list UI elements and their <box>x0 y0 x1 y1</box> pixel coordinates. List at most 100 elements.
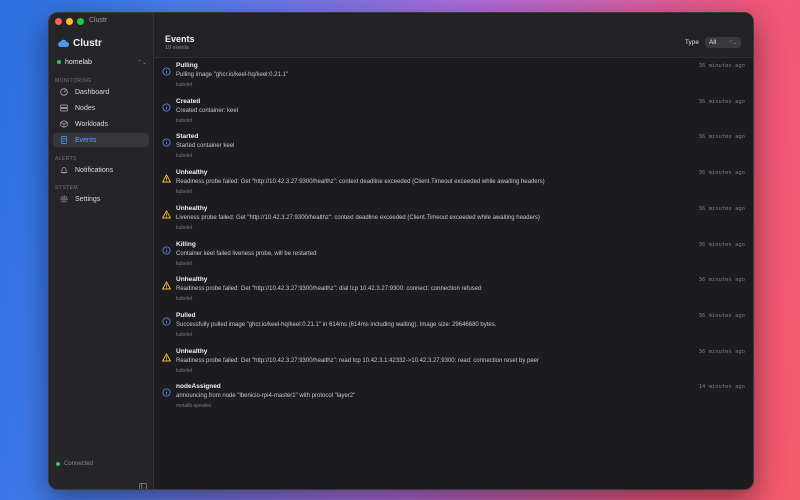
type-filter-value: All <box>709 39 717 46</box>
event-row[interactable]: Pulling Pulling image "ghcr.io/keel-hq/ke… <box>154 58 753 94</box>
connection-status: Connected <box>56 461 93 467</box>
event-reason: Pulling <box>176 62 198 69</box>
event-source: kubelet <box>176 367 193 374</box>
event-reason: Killing <box>176 240 196 248</box>
event-timestamp: 36 minutes ago <box>698 241 745 248</box>
event-message: announcing from node "lbenicio-rpi4-mast… <box>176 393 356 400</box>
sidebar-item-label: Dashboard <box>75 88 110 96</box>
app-name: Clustr <box>73 37 102 49</box>
cluster-name: homelab <box>65 58 92 66</box>
minimize-window-button[interactable] <box>66 18 73 25</box>
event-message: Readiness probe failed: Get "http://10.4… <box>176 179 545 186</box>
event-row[interactable]: Unhealthy Liveness probe failed: Get "htt… <box>154 201 753 237</box>
main-content: Events 10 events Type All ⌃⌄ Pulling Pull… <box>154 13 753 489</box>
event-count: 10 events <box>165 45 189 51</box>
event-source: metallb-speaker <box>176 403 212 410</box>
cluster-selector[interactable]: homelab ⌃⌄ <box>55 56 147 68</box>
event-timestamp: 36 minutes ago <box>698 134 745 141</box>
app-brand: Clustr <box>58 34 102 52</box>
sidebar-item-label: Events <box>75 136 97 144</box>
page-title: Events <box>165 34 195 44</box>
warning-icon <box>162 349 171 362</box>
event-row[interactable]: nodeAssigned announcing from node "lbenic… <box>154 379 753 415</box>
chevron-updown-icon: ⌃⌄ <box>728 39 737 46</box>
chevron-updown-icon: ⌃⌄ <box>136 59 147 66</box>
event-reason: Unhealthy <box>176 347 208 355</box>
app-window: Clustr Clustr homelab ⌃⌄ MONITORING Dash… <box>48 12 754 490</box>
event-timestamp: 36 minutes ago <box>698 205 745 212</box>
zoom-window-button[interactable] <box>77 18 84 25</box>
event-source: kubelet <box>176 117 193 124</box>
cube-icon <box>59 120 69 128</box>
event-timestamp: 36 minutes ago <box>698 170 745 177</box>
event-row[interactable]: Unhealthy Readiness probe failed: Get "ht… <box>154 344 753 380</box>
event-reason: Pulled <box>176 311 196 319</box>
gear-icon <box>59 195 69 203</box>
type-filter-select[interactable]: All ⌃⌄ <box>705 37 741 48</box>
window-controls <box>55 18 84 25</box>
event-reason: nodeAssigned <box>176 383 221 391</box>
server-icon <box>59 104 69 112</box>
info-icon <box>162 99 171 112</box>
event-row[interactable]: Killing Container keel failed liveness pr… <box>154 237 753 273</box>
event-timestamp: 36 minutes ago <box>698 63 745 69</box>
sidebar: Clustr Clustr homelab ⌃⌄ MONITORING Dash… <box>49 13 154 489</box>
event-source: kubelet <box>176 260 193 267</box>
event-message: Successfully pulled image "ghcr.io/keel-… <box>176 321 497 328</box>
event-row[interactable]: Unhealthy Readiness probe failed: Get "ht… <box>154 272 753 308</box>
info-icon <box>162 63 171 76</box>
sidebar-item-notifications[interactable]: Notifications <box>53 163 149 177</box>
sidebar-item-settings[interactable]: Settings <box>53 192 149 206</box>
section-title-system: SYSTEM <box>55 185 78 191</box>
event-source: kubelet <box>176 331 193 338</box>
sidebar-item-label: Settings <box>75 195 101 203</box>
sidebar-item-dashboard[interactable]: Dashboard <box>53 85 149 99</box>
info-icon <box>162 242 171 254</box>
sidebar-item-label: Notifications <box>75 166 114 174</box>
cloud-icon <box>58 34 70 52</box>
cluster-status-dot <box>57 60 61 64</box>
event-message: Readiness probe failed: Get "http://10.4… <box>176 357 540 364</box>
event-source: kubelet <box>176 224 193 231</box>
event-source: kubelet <box>176 153 193 160</box>
sidebar-toggle-icon[interactable] <box>139 477 147 489</box>
event-message: Readiness probe failed: Get "http://10.4… <box>176 286 482 293</box>
event-message: Liveness probe failed: Get "http://10.42… <box>176 214 540 221</box>
event-source: kubelet <box>176 296 193 303</box>
sidebar-item-workloads[interactable]: Workloads <box>53 117 149 131</box>
sidebar-item-label: Workloads <box>75 120 108 128</box>
event-row[interactable]: Started Started container keel kubelet 36 m… <box>154 129 753 165</box>
window-title: Clustr <box>89 17 108 24</box>
event-reason: Started <box>176 133 199 141</box>
event-reason: Unhealthy <box>176 169 208 177</box>
close-window-button[interactable] <box>55 18 62 25</box>
section-title-monitoring: MONITORING <box>55 78 92 84</box>
event-timestamp: 36 minutes ago <box>698 312 745 319</box>
event-message: Container keel failed liveness probe, wi… <box>176 250 317 257</box>
event-message: Pulling image "ghcr.io/keel-hq/keel:0.21… <box>176 72 288 78</box>
sidebar-item-nodes[interactable]: Nodes <box>53 101 149 115</box>
event-reason: Unhealthy <box>176 204 208 212</box>
event-message: Started container keel <box>176 143 235 150</box>
connected-dot <box>56 462 60 466</box>
event-message: Created container: keel <box>176 107 239 114</box>
type-filter-label: Type <box>684 39 699 46</box>
sidebar-item-label: Nodes <box>75 104 96 112</box>
info-icon <box>162 313 171 326</box>
bell-icon <box>59 166 69 174</box>
warning-icon <box>162 206 171 219</box>
events-header: Events 10 events Type All ⌃⌄ <box>154 13 753 58</box>
event-row[interactable]: Pulled Successfully pulled image "ghcr.io… <box>154 308 753 344</box>
event-timestamp: 36 minutes ago <box>698 348 745 355</box>
event-row[interactable]: Unhealthy Readiness probe failed: Get "ht… <box>154 165 753 201</box>
connection-status-label: Connected <box>64 461 94 467</box>
event-source: kubelet <box>176 82 193 88</box>
event-timestamp: 14 minutes ago <box>698 384 745 391</box>
warning-icon <box>162 170 171 183</box>
event-reason: Unhealthy <box>176 276 208 284</box>
event-reason: Created <box>176 97 201 105</box>
dashboard-icon <box>59 88 69 96</box>
event-row[interactable]: Created Created container: keel kubelet 36 … <box>154 94 753 130</box>
sidebar-item-events[interactable]: Events <box>53 133 149 147</box>
warning-icon <box>162 277 171 290</box>
